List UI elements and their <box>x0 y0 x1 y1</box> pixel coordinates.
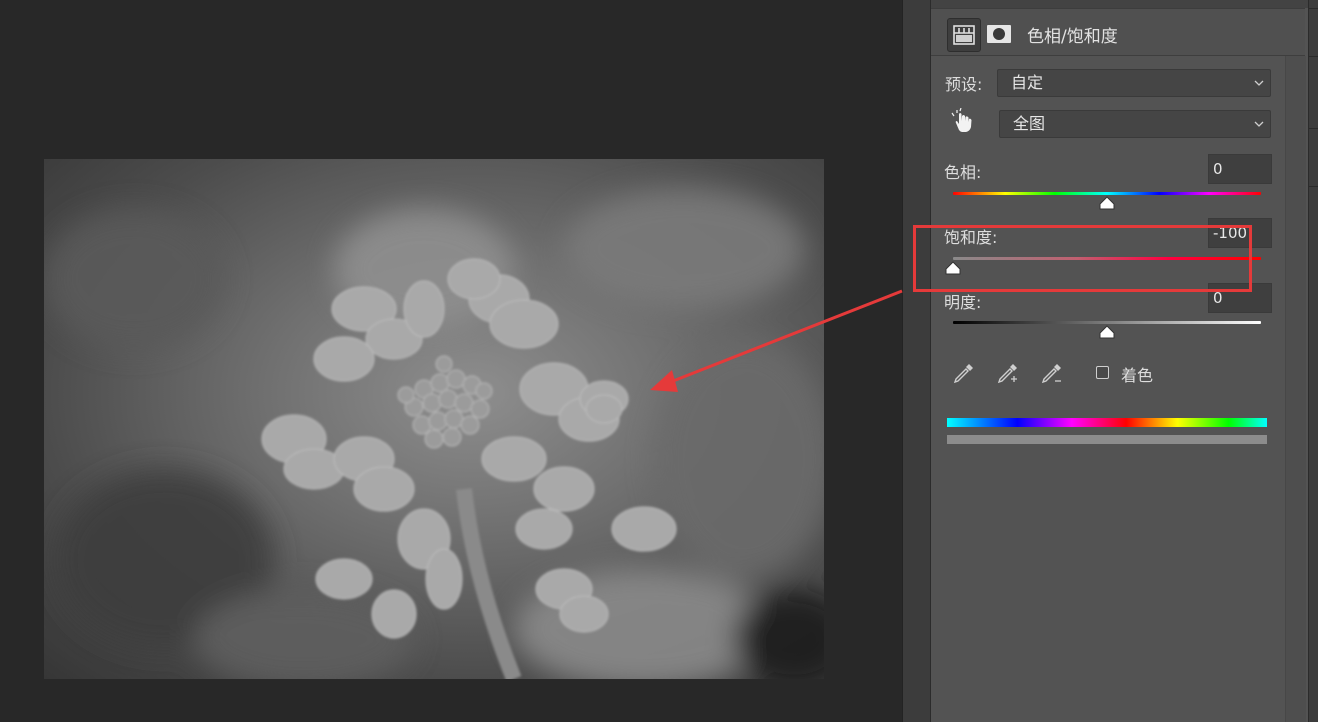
saturation-slider-thumb[interactable] <box>945 261 961 275</box>
panel-scrollbar[interactable] <box>1285 56 1306 722</box>
lightness-slider-track[interactable] <box>953 321 1261 324</box>
preset-label: 预设: <box>945 75 983 94</box>
document-canvas[interactable] <box>0 0 902 722</box>
colorize-label: 着色 <box>1121 366 1154 385</box>
channel-dropdown[interactable]: 全图 <box>999 110 1271 138</box>
chevron-down-icon <box>1254 121 1264 127</box>
strip-divider <box>1309 128 1318 129</box>
panel-title: 色相/饱和度 <box>1027 27 1118 47</box>
eyedropper-subtract-icon[interactable] <box>1037 360 1065 388</box>
hand-pointer-icon[interactable] <box>949 107 977 136</box>
hue-slider-thumb[interactable] <box>1099 196 1115 210</box>
strip-divider <box>1309 56 1318 57</box>
strip-divider <box>1309 8 1318 9</box>
lightness-label: 明度: <box>944 293 982 312</box>
hue-label: 色相: <box>944 163 982 182</box>
panel-tab-bar <box>931 0 1309 8</box>
saturation-slider-track[interactable] <box>953 257 1261 260</box>
output-color-spectrum-bar <box>947 435 1267 444</box>
eyedropper-add-icon[interactable] <box>993 360 1021 388</box>
saturation-label: 饱和度: <box>944 228 998 247</box>
desaturated-flower-photo <box>44 159 824 679</box>
hue-saturation-adjustment-icon[interactable] <box>947 18 981 52</box>
preset-dropdown[interactable]: 自定 <box>997 69 1271 97</box>
layer-mask-icon[interactable] <box>983 18 1015 50</box>
hue-slider-track[interactable] <box>953 192 1261 195</box>
saturation-input[interactable]: -100 <box>1208 218 1272 248</box>
input-color-spectrum-bar <box>947 418 1267 427</box>
strip-divider <box>1309 186 1318 187</box>
panel-dock-strip <box>902 0 931 722</box>
panel-header: 色相/饱和度 <box>931 8 1305 56</box>
properties-panel: 色相/饱和度 预设: 自定 全图 色相: 0 饱和度: -100 明度: 0 着… <box>930 0 1309 722</box>
chevron-down-icon <box>1254 80 1264 86</box>
lightness-input[interactable]: 0 <box>1208 283 1272 313</box>
channel-value: 全图 <box>1013 114 1046 133</box>
right-edge-strip <box>1308 0 1318 722</box>
preset-value: 自定 <box>1011 73 1044 92</box>
hue-input[interactable]: 0 <box>1208 154 1272 184</box>
lightness-slider-thumb[interactable] <box>1099 325 1115 339</box>
colorize-checkbox[interactable] <box>1096 366 1109 379</box>
eyedropper-icon[interactable] <box>949 360 977 388</box>
